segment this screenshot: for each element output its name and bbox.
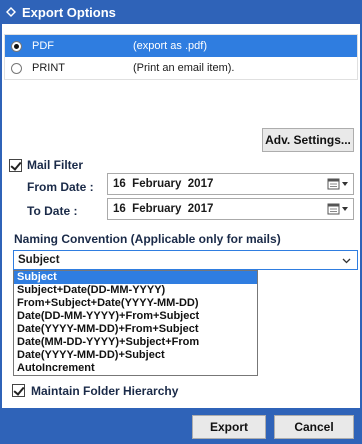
dropdown-option[interactable]: Date(YYYY-MM-DD)+Subject: [14, 349, 257, 362]
from-date-picker[interactable]: 16 February 2017: [107, 173, 354, 195]
maintain-hierarchy-checkbox[interactable]: [12, 384, 25, 397]
format-list: PDF (export as .pdf) PRINT (Print an ema…: [4, 34, 358, 80]
to-date-label: To Date :: [27, 204, 78, 218]
calendar-dropdown-icon[interactable]: [327, 177, 349, 191]
format-name: PDF: [32, 40, 54, 52]
export-button[interactable]: Export: [192, 415, 266, 439]
dropdown-option[interactable]: Subject+Date(DD-MM-YYYY): [14, 284, 257, 297]
cancel-button[interactable]: Cancel: [274, 415, 354, 439]
dropdown-option[interactable]: From+Subject+Date(YYYY-MM-DD): [14, 297, 257, 310]
from-date-value: 16 February 2017: [113, 178, 214, 190]
window-title: Export Options: [22, 4, 116, 20]
adv-settings-button[interactable]: Adv. Settings...: [262, 128, 354, 152]
calendar-dropdown-icon[interactable]: [327, 202, 349, 216]
app-icon: [6, 7, 16, 17]
naming-convention-dropdown: Subject Subject+Date(DD-MM-YYYY) From+Su…: [13, 270, 258, 376]
chevron-down-icon: [342, 258, 351, 264]
dropdown-option[interactable]: Date(YYYY-MM-DD)+From+Subject: [14, 323, 257, 336]
to-date-picker[interactable]: 16 February 2017: [107, 198, 354, 220]
dropdown-option[interactable]: AutoIncrement: [14, 362, 257, 375]
format-option-print[interactable]: PRINT (Print an email item).: [5, 57, 357, 79]
mail-filter-checkbox[interactable]: [9, 159, 22, 172]
dropdown-option[interactable]: Subject: [14, 271, 257, 284]
dropdown-option[interactable]: Date(DD-MM-YYYY)+From+Subject: [14, 310, 257, 323]
title-bar: Export Options: [0, 0, 362, 24]
format-name: PRINT: [32, 62, 65, 74]
format-description: (Print an email item).: [133, 62, 235, 74]
from-date-label: From Date :: [27, 180, 94, 194]
window-border-left: [0, 24, 2, 408]
format-option-pdf[interactable]: PDF (export as .pdf): [5, 35, 357, 57]
to-date-value: 16 February 2017: [113, 203, 214, 215]
print-radio[interactable]: [11, 62, 22, 74]
naming-selected-value: Subject: [18, 254, 60, 266]
dropdown-option[interactable]: Date(MM-DD-YYYY)+Subject+From: [14, 336, 257, 349]
naming-convention-select[interactable]: Subject: [13, 250, 358, 270]
format-description: (export as .pdf): [133, 40, 207, 52]
maintain-hierarchy-label: Maintain Folder Hierarchy: [31, 384, 179, 398]
naming-convention-label: Naming Convention (Applicable only for m…: [14, 232, 281, 246]
mail-filter-label: Mail Filter: [27, 158, 84, 172]
pdf-radio[interactable]: [11, 40, 22, 52]
